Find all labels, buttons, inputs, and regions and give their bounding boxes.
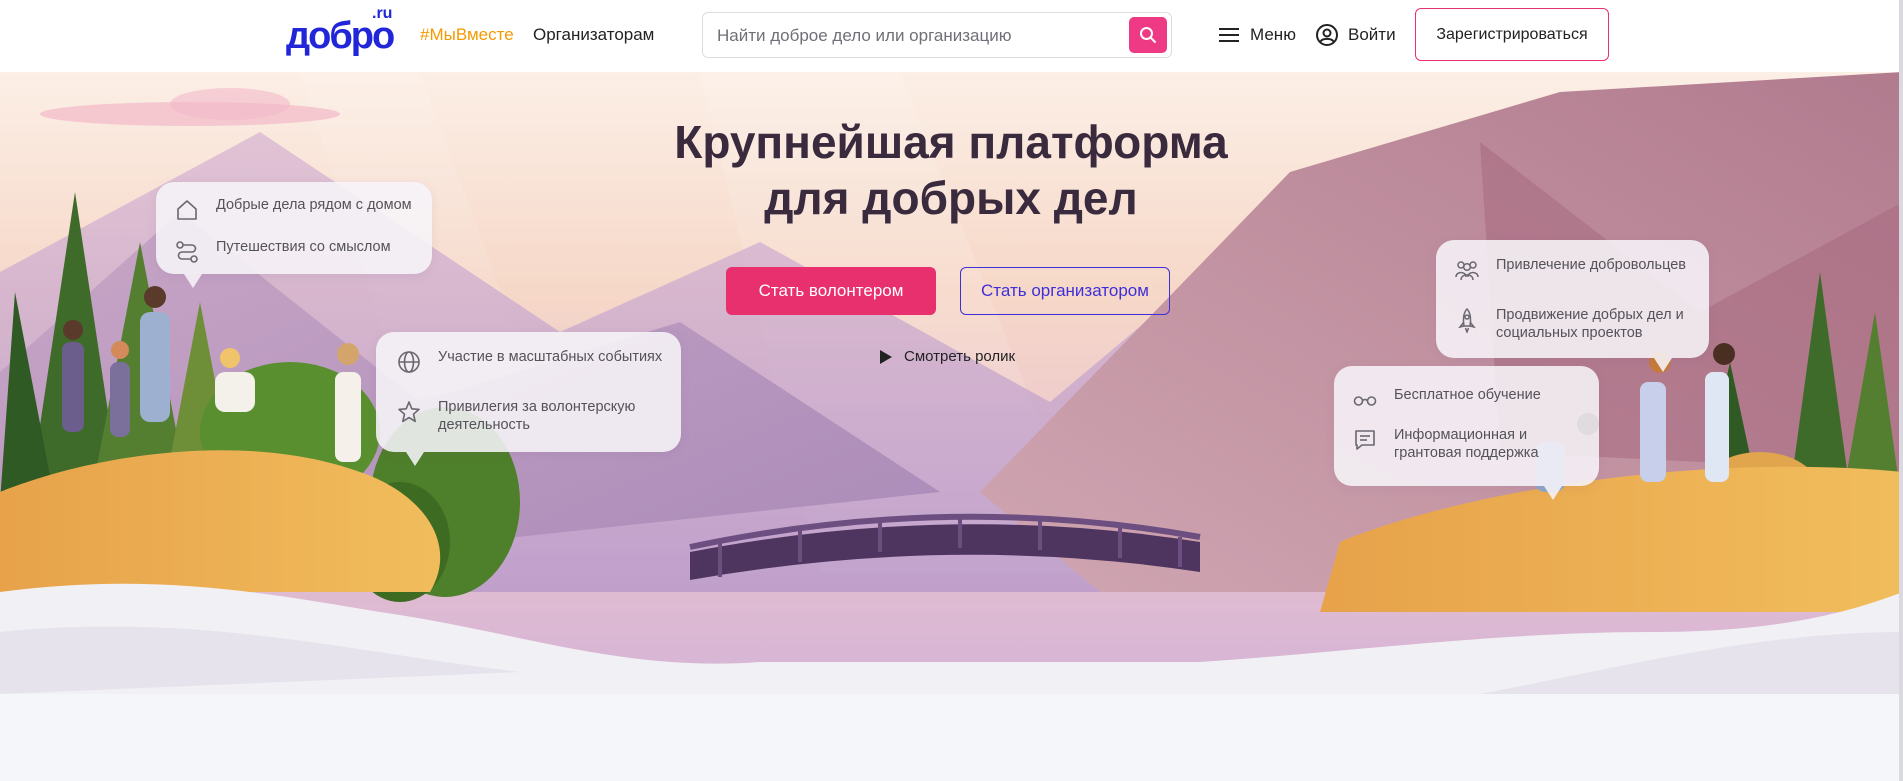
menu-label: Меню — [1250, 25, 1296, 44]
feature-text: Продвижение добрых дел и социальных прое… — [1496, 307, 1684, 341]
feature-item: Добрые дела рядом с домом — [174, 196, 414, 223]
search-input[interactable] — [715, 13, 1119, 59]
login-button[interactable]: Войти — [1315, 22, 1396, 48]
become-volunteer-button[interactable]: Стать волонтером — [726, 267, 936, 315]
feature-card-volunteers-2: Участие в масштабных событиях Привилегия… — [376, 332, 681, 466]
glasses-icon — [1353, 396, 1377, 406]
people-icon — [1455, 261, 1479, 281]
scrollbar[interactable] — [1899, 0, 1903, 781]
watch-video-label: Смотреть ролик — [904, 348, 1016, 365]
feature-text: Информационная и грантовая поддержка — [1394, 427, 1539, 461]
card-tail — [184, 274, 202, 288]
globe-icon — [398, 351, 420, 373]
feature-item: Привилегия за волонтерскую деятельность — [396, 398, 666, 434]
feature-text: Привлечение добровольцев — [1496, 257, 1686, 273]
home-icon — [177, 200, 197, 220]
hero-section: Крупнейшая платформа для добрых дел Стат… — [0, 72, 1903, 694]
feature-card-organizers-1: Привлечение добровольцев Продвижение доб… — [1436, 240, 1709, 372]
user-icon — [1316, 24, 1338, 46]
card-tail — [406, 452, 424, 466]
feature-item: Информационная и грантовая поддержка — [1352, 426, 1592, 462]
feature-item: Бесплатное обучение — [1352, 386, 1592, 413]
search-button[interactable] — [1129, 17, 1167, 53]
search-bar — [702, 12, 1172, 59]
hero-title-line1: Крупнейшая платформа — [674, 116, 1228, 168]
feature-text: Участие в масштабных событиях — [438, 349, 663, 365]
feature-text: Путешествия со смыслом — [216, 239, 391, 255]
dobro-logo[interactable]: добро .ru — [286, 5, 398, 56]
register-button[interactable]: Зарегистрироваться — [1415, 8, 1609, 61]
feature-item: Путешествия со смыслом — [174, 238, 414, 265]
route-icon — [176, 241, 198, 263]
hero-title: Крупнейшая платформа для добрых дел — [551, 114, 1351, 226]
become-organizer-button[interactable]: Стать организатором — [960, 267, 1170, 315]
login-label: Войти — [1348, 25, 1396, 44]
feature-card-organizers-2: Бесплатное обучение Информационная и гра… — [1334, 366, 1599, 500]
feature-text: Добрые дела рядом с домом — [216, 197, 412, 213]
hashtag-link[interactable]: #МыВместе — [420, 25, 514, 45]
hero-title-line2: для добрых дел — [764, 172, 1138, 224]
feature-text: Привилегия за волонтерскую деятельность — [438, 399, 636, 433]
card-tail — [1544, 486, 1562, 500]
feature-item: Привлечение добровольцев — [1454, 256, 1699, 283]
feature-text: Бесплатное обучение — [1394, 387, 1541, 403]
feature-card-volunteers-1: Добрые дела рядом с домом Путешествия со… — [156, 182, 432, 288]
message-icon — [1355, 430, 1375, 450]
card-tail — [1654, 358, 1672, 372]
organizers-link[interactable]: Организаторам — [533, 25, 654, 45]
feature-item: Продвижение добрых дел и социальных прое… — [1454, 306, 1699, 342]
hamburger-icon — [1219, 28, 1239, 42]
watch-video-link[interactable]: Смотреть ролик — [880, 348, 1015, 365]
feature-item: Участие в масштабных событиях — [396, 348, 666, 375]
logo-suffix: .ru — [372, 5, 393, 22]
rocket-icon — [1458, 307, 1476, 333]
play-icon — [880, 349, 892, 364]
star-icon — [398, 401, 420, 423]
menu-button[interactable]: Меню — [1218, 22, 1296, 48]
site-header: добро .ru #МыВместе Организаторам Меню В… — [0, 0, 1903, 72]
page-content-area — [0, 694, 1903, 781]
search-icon — [1140, 27, 1156, 43]
